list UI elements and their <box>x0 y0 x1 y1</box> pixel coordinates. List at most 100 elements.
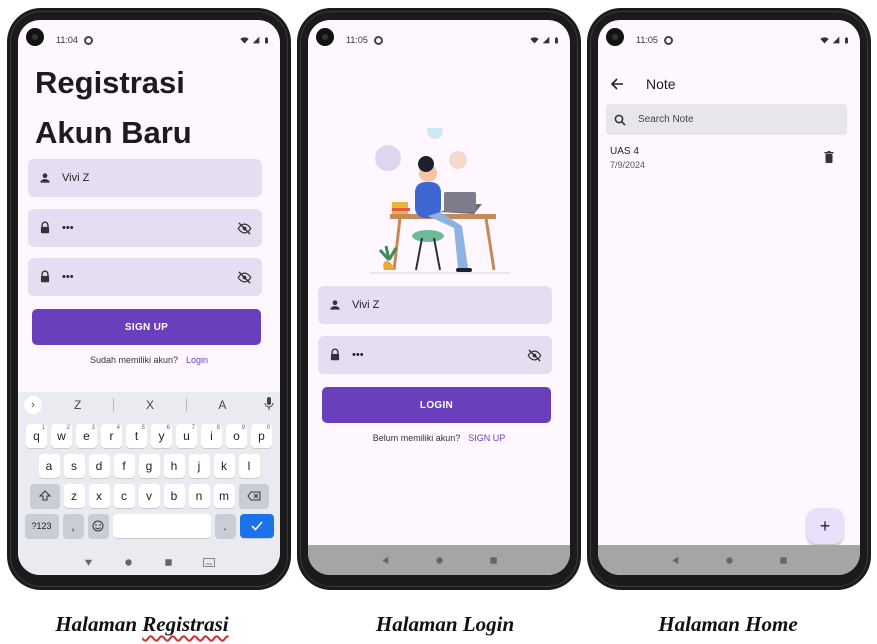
period-key[interactable]: . <box>214 514 236 538</box>
key-hint: 1 <box>41 425 45 431</box>
home-icon[interactable] <box>123 557 134 568</box>
signal-icon <box>832 36 840 44</box>
emoji-key[interactable] <box>87 514 109 538</box>
key-x[interactable]: x <box>88 484 110 508</box>
sync-icon <box>663 35 673 45</box>
key-h[interactable]: h <box>163 454 185 478</box>
key-k[interactable]: k <box>213 454 235 478</box>
key-d[interactable]: d <box>88 454 110 478</box>
password-field[interactable]: ••• <box>318 336 552 374</box>
camera-cutout <box>606 28 624 46</box>
enter-key[interactable] <box>239 514 274 538</box>
login-illustration <box>370 128 510 274</box>
key-z[interactable]: z <box>63 484 85 508</box>
key-hint: 9 <box>241 425 245 431</box>
keyboard-switch-icon[interactable] <box>203 557 216 567</box>
key-n[interactable]: n <box>188 484 210 508</box>
key-v[interactable]: v <box>138 484 160 508</box>
key-a[interactable]: a <box>38 454 60 478</box>
key-s[interactable]: s <box>63 454 85 478</box>
visibility-off-icon[interactable] <box>237 221 252 236</box>
signup-button[interactable]: SIGN UP <box>32 309 261 345</box>
key-r[interactable]: 4r <box>101 424 122 448</box>
back-arrow-icon[interactable] <box>610 77 624 91</box>
visibility-off-icon[interactable] <box>527 348 542 363</box>
key-g[interactable]: g <box>138 454 160 478</box>
key-u[interactable]: 7u <box>176 424 197 448</box>
key-t[interactable]: 5t <box>126 424 147 448</box>
phone-login: 11:05 Vivi Z ••• LOGIN Belum memiliki ak… <box>297 8 581 590</box>
search-placeholder: Search Note <box>638 114 694 125</box>
backspace-key[interactable] <box>238 484 269 508</box>
key-o[interactable]: 9o <box>226 424 247 448</box>
screen-registrasi: 11:04 Registrasi Akun Baru Vivi Z ••• ••… <box>18 20 280 575</box>
key-l[interactable]: l <box>238 454 260 478</box>
shift-key[interactable] <box>29 484 60 508</box>
home-icon[interactable] <box>434 555 445 566</box>
comma-key[interactable]: , <box>62 514 84 538</box>
key-j[interactable]: j <box>188 454 210 478</box>
key-c[interactable]: c <box>113 484 135 508</box>
suggestion-2[interactable]: X <box>114 398 185 412</box>
visibility-off-icon[interactable] <box>237 270 252 285</box>
key-hint: 6 <box>166 425 170 431</box>
key-hint: 7 <box>191 425 195 431</box>
recents-icon[interactable] <box>488 555 499 566</box>
key-label: t <box>134 429 139 443</box>
space-key[interactable] <box>112 514 211 538</box>
app-bar: Note <box>610 76 676 92</box>
person-icon <box>328 298 342 312</box>
screen-login: 11:05 Vivi Z ••• LOGIN Belum memiliki ak… <box>308 20 570 575</box>
symbols-key[interactable]: ?123 <box>24 514 59 538</box>
phone-registrasi: 11:04 Registrasi Akun Baru Vivi Z ••• ••… <box>7 8 291 590</box>
lock-icon <box>328 348 342 362</box>
key-hint: 0 <box>266 425 270 431</box>
key-i[interactable]: 8i <box>201 424 222 448</box>
search-bar[interactable]: Search Note <box>606 104 847 135</box>
key-b[interactable]: b <box>163 484 185 508</box>
key-p[interactable]: 0p <box>251 424 272 448</box>
battery-icon <box>263 36 270 45</box>
suggestion-3[interactable]: A <box>187 398 258 412</box>
username-field[interactable]: Vivi Z <box>318 286 552 324</box>
home-icon[interactable] <box>724 555 735 566</box>
username-value: Vivi Z <box>62 172 90 184</box>
caption-home: Halaman Home <box>658 612 798 636</box>
sync-icon <box>83 35 93 45</box>
soft-keyboard: › Z X A 1q2w3e4r5t6y7u8i9o0p asdfghjkl z… <box>18 392 280 552</box>
battery-icon <box>843 36 850 45</box>
username-field[interactable]: Vivi Z <box>28 159 262 197</box>
suggestion-1[interactable]: Z <box>42 398 113 412</box>
key-m[interactable]: m <box>213 484 235 508</box>
key-row-2: asdfghjkl <box>18 454 280 478</box>
title-line-1: Registrasi <box>35 65 185 100</box>
signup-prompt: Belum memiliki akun? SIGN UP <box>308 433 570 443</box>
hide-keyboard-icon[interactable] <box>83 557 94 568</box>
delete-icon[interactable] <box>824 151 834 163</box>
key-q[interactable]: 1q <box>26 424 47 448</box>
sync-icon <box>373 35 383 45</box>
key-hint: 4 <box>116 425 120 431</box>
expand-icon[interactable]: › <box>24 396 42 414</box>
key-w[interactable]: 2w <box>51 424 72 448</box>
login-link[interactable]: Login <box>186 355 208 365</box>
key-y[interactable]: 6y <box>151 424 172 448</box>
back-icon[interactable] <box>670 555 681 566</box>
caption-login: Halaman Login <box>375 612 515 636</box>
nav-bar <box>598 545 860 575</box>
key-label: r <box>109 429 114 443</box>
screen-home: 11:05 Note Search Note UAS 4 7/9/2024 + <box>598 20 860 575</box>
key-f[interactable]: f <box>113 454 135 478</box>
add-note-button[interactable]: + <box>807 508 843 544</box>
key-e[interactable]: 3e <box>76 424 97 448</box>
mic-icon[interactable] <box>258 397 280 413</box>
back-icon[interactable] <box>380 555 391 566</box>
confirm-password-field[interactable]: ••• <box>28 258 262 296</box>
signup-link[interactable]: SIGN UP <box>468 433 505 443</box>
recents-icon[interactable] <box>778 555 789 566</box>
login-button[interactable]: LOGIN <box>322 387 551 423</box>
recents-icon[interactable] <box>163 557 174 568</box>
password-field[interactable]: ••• <box>28 209 262 247</box>
status-bar: 11:05 <box>346 33 560 47</box>
list-item[interactable]: UAS 4 7/9/2024 <box>610 146 840 176</box>
